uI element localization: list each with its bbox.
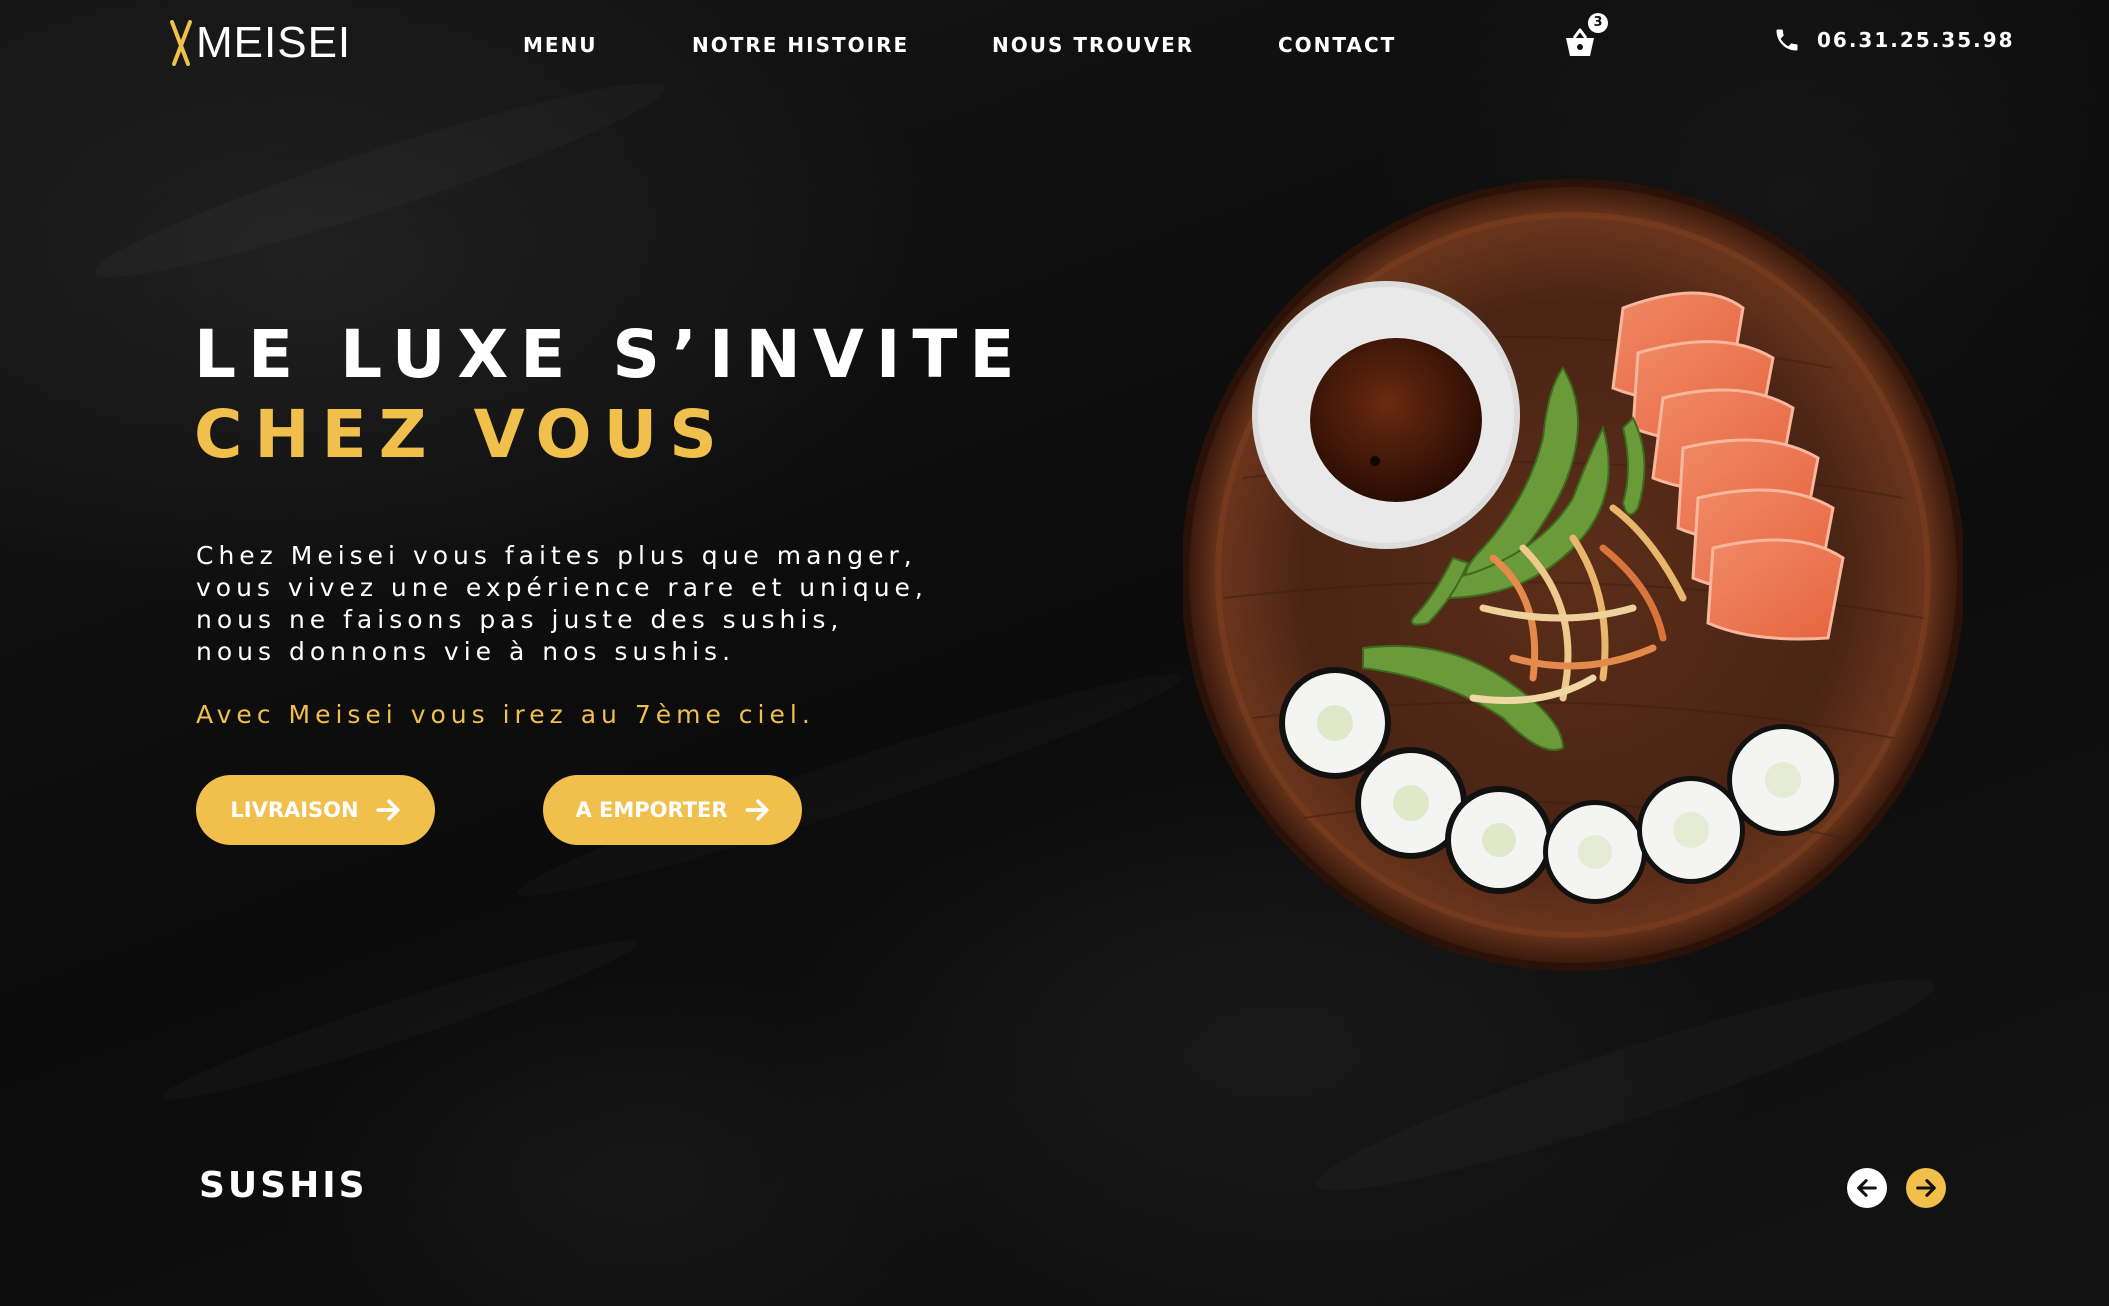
phone-number: 06.31.25.35.98	[1817, 28, 2015, 52]
arrow-right-icon	[744, 799, 769, 821]
nav-nous-trouver[interactable]: NOUS TROUVER	[992, 33, 1194, 57]
livraison-button[interactable]: LIVRAISON	[196, 775, 435, 845]
a-emporter-button[interactable]: A EMPORTER	[543, 775, 802, 845]
hero-title-line2: CHEZ VOUS	[194, 396, 729, 473]
livraison-label: LIVRAISON	[230, 798, 359, 822]
carousel-prev-button[interactable]	[1847, 1168, 1887, 1208]
phone-link[interactable]: 06.31.25.35.98	[1773, 26, 2015, 54]
arrow-right-icon	[1916, 1179, 1936, 1197]
carousel-next-button[interactable]	[1906, 1168, 1946, 1208]
page: MEISEI MENU NOTRE HISTOIRE NOUS TROUVER …	[0, 0, 2109, 1306]
sushi-plate-image	[1183, 179, 1963, 971]
cart-count-badge: 3	[1588, 13, 1608, 33]
phone-icon	[1776, 29, 1798, 51]
hero-description: Chez Meisei vous faites plus que manger,…	[196, 541, 928, 666]
hero-tagline: Avec Meisei vous irez au 7ème ciel.	[196, 700, 815, 729]
brand-logo[interactable]: MEISEI	[168, 18, 351, 68]
nav-contact[interactable]: CONTACT	[1278, 33, 1396, 57]
a-emporter-label: A EMPORTER	[575, 798, 728, 822]
texture-streak	[156, 924, 644, 1117]
nav-menu[interactable]: MENU	[523, 33, 598, 57]
hero-title-line1: LE LUXE S’INVITE	[194, 316, 1027, 393]
texture-streak	[85, 59, 674, 301]
chopsticks-icon	[170, 20, 192, 66]
brand-name: MEISEI	[196, 18, 352, 67]
arrow-right-icon	[376, 799, 400, 821]
nav-notre-histoire[interactable]: NOTRE HISTOIRE	[692, 33, 909, 57]
section-title-sushis: SUSHIS	[199, 1165, 368, 1206]
arrow-left-icon	[1857, 1179, 1877, 1197]
